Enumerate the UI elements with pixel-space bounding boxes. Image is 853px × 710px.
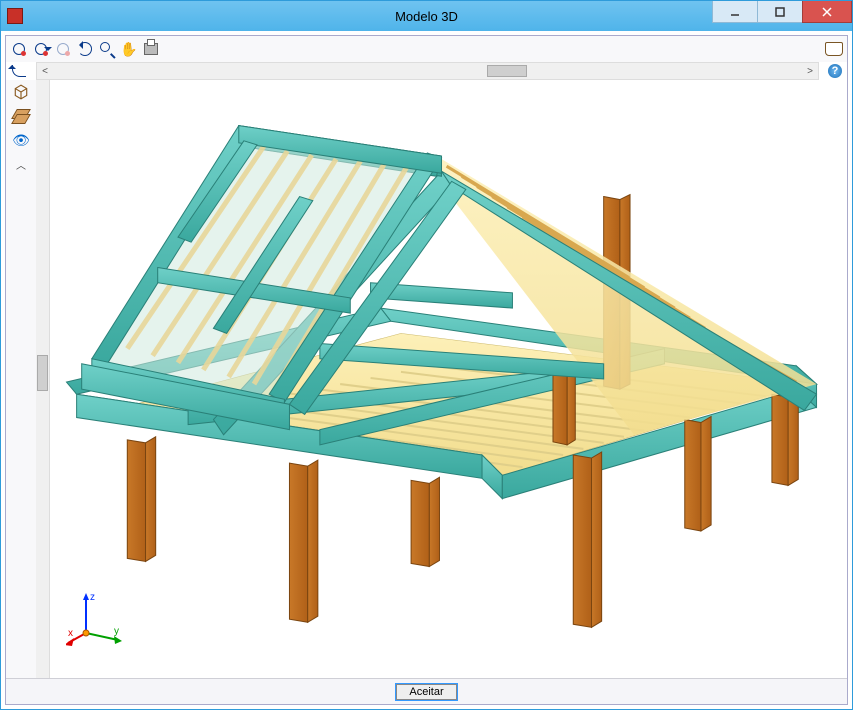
app-icon [7,8,23,24]
help-icon[interactable]: ? [826,62,844,80]
zoom-icon[interactable] [98,40,116,58]
scroll-left-arrow[interactable]: < [37,66,53,77]
toolbar-top: ✋ [6,36,847,62]
layers-icon[interactable] [11,106,31,126]
refresh-icon[interactable] [76,40,94,58]
maximize-button[interactable] [757,1,803,23]
accept-button[interactable]: Aceitar [396,684,456,700]
viewport-3d[interactable]: z y x [36,80,847,678]
toolbar-left: 👁 ︿ [6,80,36,678]
bottom-bar: Aceitar [6,678,847,704]
undo-icon[interactable] [10,62,28,80]
minimize-button[interactable] [712,1,758,23]
horizontal-scrollbar[interactable]: < > [36,62,819,80]
scroll-right-arrow[interactable]: > [802,66,818,77]
orbit-icon[interactable] [10,40,28,58]
wireframe-icon[interactable] [11,82,31,102]
collapse-icon[interactable]: ︿ [11,154,31,174]
scroll-track[interactable] [53,64,802,78]
orbit-disabled-icon[interactable] [54,40,72,58]
window: Modelo 3D ✋ [0,0,853,710]
pan-icon[interactable]: ✋ [120,40,138,58]
main-area: 👁 ︿ [6,80,847,678]
orbit-constrained-icon[interactable] [32,40,50,58]
frame: ✋ < > ? [5,35,848,705]
window-title: Modelo 3D [395,9,458,24]
titlebar[interactable]: Modelo 3D [1,1,852,31]
model-3d [36,80,847,678]
close-button[interactable] [802,1,852,23]
scroll-thumb[interactable] [487,65,527,77]
visibility-icon[interactable]: 👁 [11,130,31,150]
window-controls [713,1,852,31]
manual-icon[interactable] [825,40,843,58]
print-icon[interactable] [142,40,160,58]
row-secondary: < > ? [6,62,847,80]
